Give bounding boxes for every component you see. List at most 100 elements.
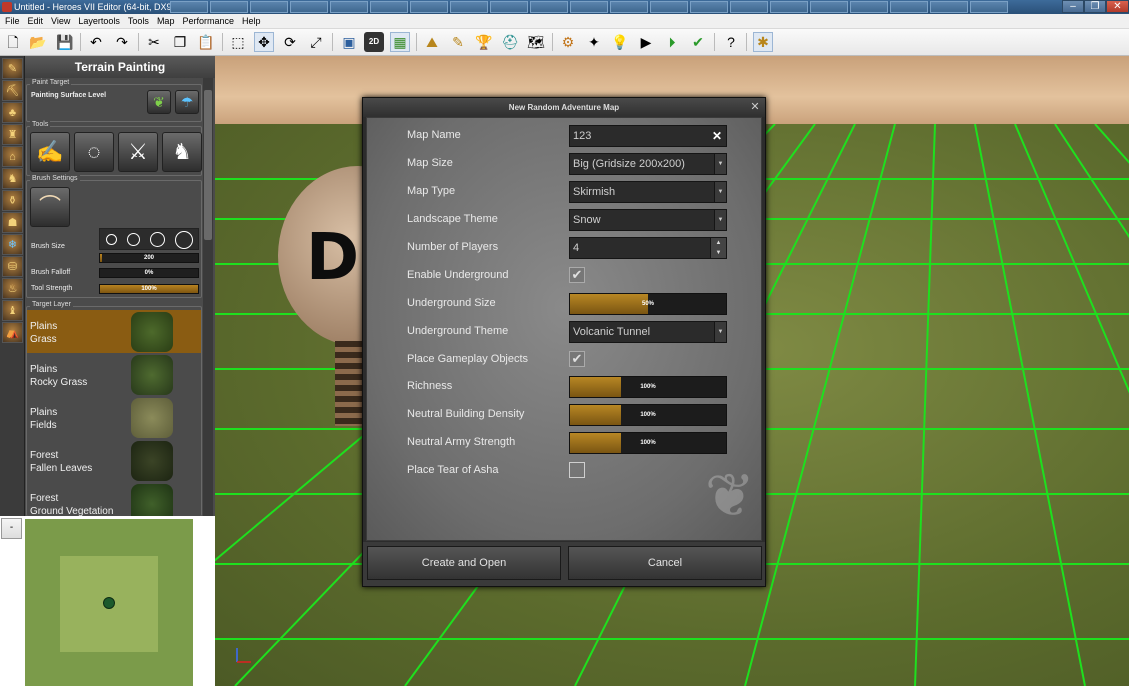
light-icon[interactable]: 💡 — [610, 32, 630, 52]
selection-tool-icon[interactable]: ◌ — [74, 132, 114, 172]
gears-icon[interactable]: ⚙ — [558, 32, 578, 52]
treasure-tool-icon[interactable]: ⛁ — [2, 256, 23, 277]
restore-button[interactable]: ❐ — [1084, 0, 1106, 13]
brush-size-xlarge-icon[interactable] — [175, 231, 193, 249]
scrollbar-thumb[interactable] — [204, 90, 212, 240]
hero-tool-icon[interactable]: ♞ — [2, 168, 23, 189]
help-icon[interactable]: ? — [721, 32, 741, 52]
menu-edit[interactable]: Edit — [23, 14, 47, 28]
chevron-down-icon[interactable]: ▼ — [714, 322, 726, 342]
brush-size-slider[interactable]: 200 — [99, 253, 199, 263]
swords-tool-icon[interactable]: ⚔ — [118, 132, 158, 172]
play-icon[interactable]: ⏵ — [662, 32, 682, 52]
create-and-open-button[interactable]: Create and Open — [367, 546, 561, 580]
fire-tool-icon[interactable]: ♨ — [2, 278, 23, 299]
statue-tool-icon[interactable]: ♝ — [2, 300, 23, 321]
army-strength-value: 100% — [640, 440, 656, 446]
map-name-input[interactable]: 123 ✕ — [569, 125, 727, 147]
check-icon[interactable]: ✔ — [688, 32, 708, 52]
scale-icon[interactable]: ⤢ — [306, 32, 326, 52]
compass-icon[interactable]: ✦ — [584, 32, 604, 52]
brush-size-small-icon[interactable] — [106, 234, 117, 245]
building-density-slider[interactable]: 100% — [569, 404, 727, 426]
layer-item-plains-rocky-grass[interactable]: Plains Rocky Grass — [27, 353, 201, 396]
artifact-tool-icon[interactable]: ⚱ — [2, 190, 23, 211]
mine-tool-icon[interactable]: ⌂ — [2, 146, 23, 167]
surface-leaf-icon[interactable]: ❦ — [147, 90, 171, 114]
dialog-close-icon[interactable]: ✕ — [748, 100, 762, 114]
brush-falloff-slider[interactable]: 0% — [99, 268, 199, 278]
helmet-icon[interactable]: ⛑ — [500, 32, 520, 52]
rotate-icon[interactable]: ⟳ — [280, 32, 300, 52]
select-icon[interactable]: ⬚ — [228, 32, 248, 52]
cancel-button[interactable]: Cancel — [568, 546, 762, 580]
panel-scrollbar[interactable] — [203, 78, 213, 516]
spin-down-icon[interactable]: ▼ — [711, 248, 726, 258]
copy-icon[interactable]: ❐ — [170, 32, 190, 52]
move-icon[interactable]: ✥ — [254, 32, 274, 52]
menu-tools[interactable]: Tools — [123, 14, 152, 28]
gameplay-objects-checkbox[interactable]: ✔ — [569, 351, 585, 367]
underground-size-slider[interactable]: 50% — [569, 293, 727, 315]
menu-file[interactable]: File — [0, 14, 23, 28]
close-window-button[interactable]: ✕ — [1106, 0, 1129, 13]
menu-help[interactable]: Help — [237, 14, 264, 28]
clear-icon[interactable]: ✕ — [712, 126, 722, 146]
richness-slider[interactable]: 100% — [569, 376, 727, 398]
tree-tool-icon[interactable]: ♣ — [2, 102, 23, 123]
creature-tool-icon[interactable]: ☗ — [2, 212, 23, 233]
map-icon[interactable]: 🗺 — [526, 32, 546, 52]
minimap-collapse-button[interactable]: - — [1, 518, 22, 539]
surface-water-icon[interactable]: ☂ — [175, 90, 199, 114]
undo-icon[interactable]: ↶ — [86, 32, 106, 52]
chevron-down-icon[interactable]: ▼ — [714, 154, 726, 174]
ornament-icon: ❦ — [704, 462, 755, 529]
camera-icon[interactable]: ▣ — [339, 32, 359, 52]
minimize-button[interactable]: – — [1062, 0, 1084, 13]
landscape-theme-select[interactable]: Snow ▼ — [569, 209, 727, 231]
brush-shape-icon[interactable]: ⌒ — [30, 187, 70, 227]
layer-item-forest-ground-vegetation[interactable]: Forest Ground Vegetation — [27, 482, 201, 516]
water-tool-icon[interactable]: ❄ — [2, 234, 23, 255]
script-icon[interactable]: ▶ — [636, 32, 656, 52]
grid-icon[interactable]: ▦ — [390, 32, 410, 52]
map-size-select[interactable]: Big (Gridsize 200x200) ▼ — [569, 153, 727, 175]
map-type-select[interactable]: Skirmish ▼ — [569, 181, 727, 203]
paint-icon[interactable]: ✎ — [448, 32, 468, 52]
menu-layertools[interactable]: Layertools — [73, 14, 123, 28]
redo-icon[interactable]: ↷ — [112, 32, 132, 52]
menu-performance[interactable]: Performance — [177, 14, 237, 28]
paint-brush-tool-icon[interactable]: ✍ — [30, 132, 70, 172]
camp-tool-icon[interactable]: ⛺ — [2, 322, 23, 343]
spin-up-icon[interactable]: ▲ — [711, 238, 726, 248]
players-stepper[interactable]: 4 ▲ ▼ — [569, 237, 727, 259]
castle-tool-icon[interactable]: ♜ — [2, 124, 23, 145]
chevron-down-icon[interactable]: ▼ — [714, 182, 726, 202]
tear-of-asha-checkbox[interactable] — [569, 462, 585, 478]
minimap[interactable] — [25, 519, 193, 686]
paste-icon[interactable]: 📋 — [196, 32, 216, 52]
settings-icon[interactable]: ✱ — [753, 32, 773, 52]
layer-item-forest-fallen-leaves[interactable]: Forest Fallen Leaves — [27, 439, 201, 482]
cut-icon[interactable]: ✂ — [144, 32, 164, 52]
2d-view-icon[interactable]: 2D — [364, 32, 384, 52]
tool-strength-slider[interactable]: 100% — [99, 284, 199, 294]
layer-item-plains-grass[interactable]: Plains Grass — [27, 310, 201, 353]
pickaxe-tool-icon[interactable]: ⛏ — [2, 80, 23, 101]
menu-view[interactable]: View — [46, 14, 73, 28]
brush-size-medium-icon[interactable] — [127, 233, 140, 246]
terrain-paint-tool-icon[interactable]: ✎ — [2, 58, 23, 79]
rider-tool-icon[interactable]: ♞ — [162, 132, 202, 172]
chevron-down-icon[interactable]: ▼ — [714, 210, 726, 230]
menu-map[interactable]: Map — [152, 14, 178, 28]
trophy-icon[interactable]: 🏆 — [474, 32, 494, 52]
underground-theme-select[interactable]: Volcanic Tunnel ▼ — [569, 321, 727, 343]
layer-item-plains-fields[interactable]: Plains Fields — [27, 396, 201, 439]
terrain-icon[interactable]: ⛰ — [422, 32, 442, 52]
open-icon[interactable]: 📂 — [28, 32, 48, 52]
new-icon[interactable]: 🗋 — [3, 32, 23, 52]
brush-size-large-icon[interactable] — [150, 232, 165, 247]
enable-underground-checkbox[interactable]: ✔ — [569, 267, 585, 283]
save-icon[interactable]: 💾 — [55, 32, 75, 52]
army-strength-slider[interactable]: 100% — [569, 432, 727, 454]
